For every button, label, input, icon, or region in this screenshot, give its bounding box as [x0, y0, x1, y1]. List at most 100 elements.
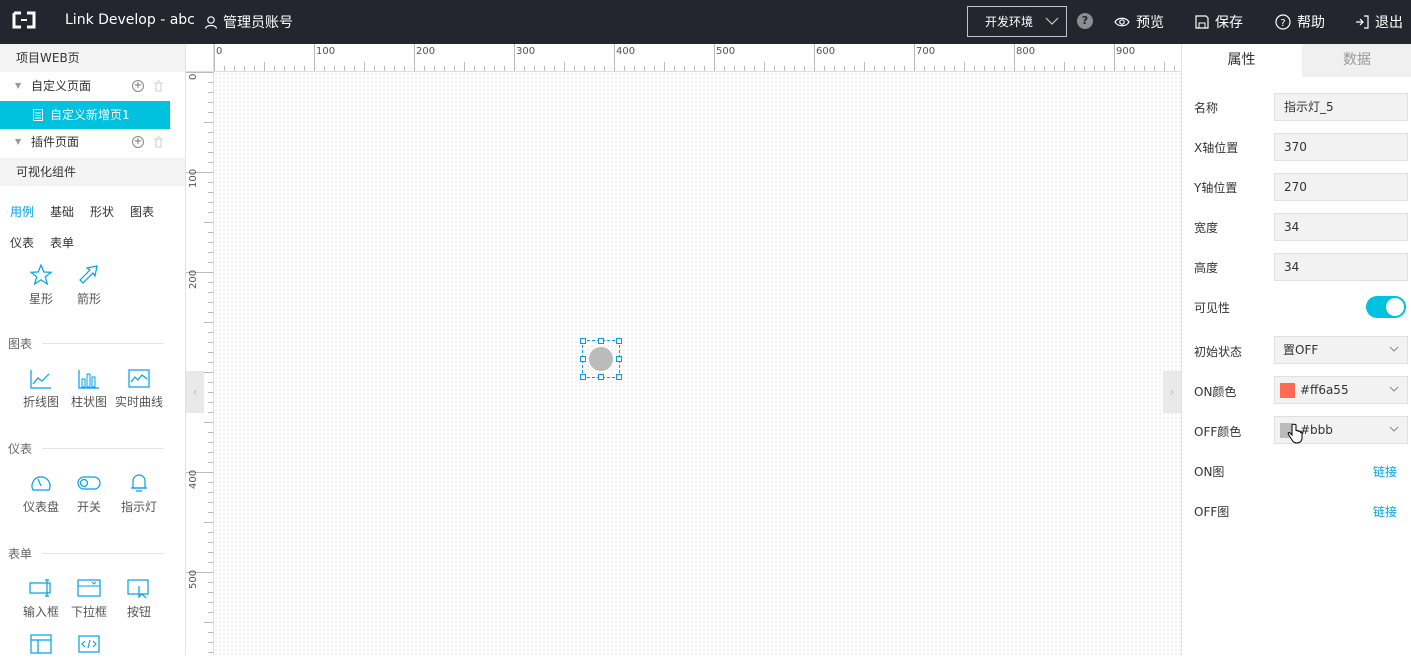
tree-item-custom-pages[interactable]: ▼ 自定义页面 + — [0, 72, 185, 100]
tab-basic[interactable]: 基础 — [50, 203, 74, 220]
caret-down-icon[interactable]: ▼ — [15, 128, 21, 156]
width-field[interactable]: 34 — [1274, 213, 1408, 241]
ruler-label: 800 — [1016, 46, 1036, 57]
component-label: 开关 — [76, 500, 101, 514]
component-label: 指示灯 — [120, 500, 157, 514]
visibility-label: 可见性 — [1194, 301, 1231, 315]
ruler-corner — [186, 44, 214, 72]
collapse-right-button[interactable]: › — [1163, 371, 1181, 413]
ruler-label: 0 — [216, 46, 223, 57]
indicator-light[interactable] — [589, 347, 613, 371]
resize-handle[interactable] — [580, 374, 586, 380]
design-canvas[interactable] — [214, 72, 1181, 655]
help-button[interactable]: ? 帮助 — [1275, 12, 1325, 32]
component-bar-chart[interactable]: 柱状图 — [64, 369, 114, 410]
component-code[interactable] — [64, 634, 114, 658]
env-select[interactable]: 开发环境 — [967, 6, 1067, 37]
trash-icon[interactable] — [153, 136, 164, 148]
resize-handle[interactable] — [616, 338, 622, 344]
on-color-swatch — [1280, 383, 1295, 398]
x-position-field[interactable]: 370 — [1274, 133, 1408, 161]
horizontal-ruler: 0 100 200 300 400 500 600 700 800 900 — [214, 44, 1181, 72]
tab-gauge[interactable]: 仪表 — [10, 234, 34, 251]
tab-data[interactable]: 数据 — [1302, 44, 1411, 77]
help-icon: ? — [1275, 14, 1291, 30]
ruler-ticks-h — [214, 44, 1175, 71]
caret-down-icon[interactable]: ▼ — [15, 72, 21, 100]
y-position-field[interactable]: 270 — [1274, 173, 1408, 201]
resize-handle[interactable] — [598, 374, 604, 380]
off-image-link[interactable]: 链接 — [1373, 503, 1397, 520]
ruler-label: 200 — [188, 269, 199, 289]
on-color-value: #ff6a55 — [1300, 383, 1349, 397]
user-icon — [204, 16, 218, 29]
component-table[interactable] — [16, 634, 66, 658]
on-image-link[interactable]: 链接 — [1373, 463, 1397, 480]
component-input[interactable]: 输入框 — [16, 577, 66, 620]
component-dropdown[interactable]: 下拉框 — [64, 577, 114, 620]
canvas-area: 0 100 200 300 400 500 600 700 800 900 0 … — [186, 44, 1181, 655]
tab-chart[interactable]: 图表 — [130, 203, 154, 220]
tree-item-label: 自定义页面 — [31, 79, 92, 93]
resize-handle[interactable] — [580, 356, 586, 362]
resize-handle[interactable] — [616, 356, 622, 362]
add-icon[interactable]: + — [132, 80, 144, 92]
visibility-toggle[interactable] — [1366, 296, 1406, 318]
component-button[interactable]: 按钮 — [114, 577, 164, 620]
tree-item-selected-page[interactable]: 自定义新增页1 — [0, 101, 170, 129]
resize-handle[interactable] — [598, 338, 604, 344]
ruler-label: 400 — [188, 469, 199, 489]
logout-label: 退出 — [1375, 15, 1403, 31]
initial-state-select[interactable]: 置OFF — [1274, 336, 1408, 364]
component-indicator[interactable]: 指示灯 — [114, 472, 164, 515]
properties-panel: 属性 数据 名称 指示灯_5 X轴位置 370 Y轴位置 270 宽度 34 高… — [1181, 44, 1411, 655]
component-label: 下拉框 — [70, 605, 107, 619]
component-dashboard[interactable]: 仪表盘 — [16, 472, 66, 515]
tab-form[interactable]: 表单 — [50, 234, 74, 251]
off-color-value: #bbb — [1300, 423, 1333, 437]
admin-account[interactable]: 管理员账号 — [204, 12, 293, 32]
divider — [42, 448, 164, 449]
tree-item-plugin-pages[interactable]: ▼ 插件页面 + — [0, 128, 185, 156]
preview-button[interactable]: 预览 — [1114, 12, 1164, 32]
bar-chart-icon — [78, 370, 99, 389]
ruler-label: 500 — [188, 569, 199, 589]
collapse-left-button[interactable]: ‹ — [186, 371, 204, 413]
tab-shape[interactable]: 形状 — [90, 203, 114, 220]
save-icon — [1195, 15, 1209, 29]
app-title: Link Develop - abc — [65, 12, 195, 28]
component-label: 星形 — [28, 292, 53, 306]
ruler-label: 400 — [616, 46, 636, 57]
on-color-select[interactable]: #ff6a55 — [1274, 376, 1408, 404]
resize-handle[interactable] — [616, 374, 622, 380]
question-icon[interactable]: ? — [1077, 13, 1093, 29]
component-label: 按钮 — [126, 605, 151, 619]
component-arrow[interactable]: 箭形 — [64, 264, 114, 307]
tab-examples[interactable]: 用例 — [10, 203, 34, 220]
ruler-label: 100 — [188, 168, 199, 188]
resize-handle[interactable] — [580, 338, 586, 344]
group-title-chart: 图表 — [8, 337, 33, 351]
chevron-down-icon — [1045, 17, 1059, 25]
height-field[interactable]: 34 — [1274, 253, 1408, 281]
trash-icon[interactable] — [153, 80, 164, 92]
add-icon[interactable]: + — [132, 136, 144, 148]
ruler-label: 100 — [316, 46, 336, 57]
component-star[interactable]: 星形 — [16, 264, 66, 307]
component-label: 柱状图 — [70, 395, 107, 409]
ruler-label: 900 — [1116, 46, 1136, 57]
save-button[interactable]: 保存 — [1195, 12, 1243, 32]
logout-button[interactable]: 退出 — [1355, 12, 1403, 32]
logo-icon[interactable] — [12, 11, 36, 29]
y-position-label: Y轴位置 — [1194, 181, 1238, 195]
name-field[interactable]: 指示灯_5 — [1274, 93, 1408, 121]
on-image-label: ON图 — [1194, 465, 1225, 479]
component-switch[interactable]: 开关 — [64, 472, 114, 515]
admin-account-label: 管理员账号 — [223, 15, 293, 31]
component-line-chart[interactable]: 折线图 — [16, 369, 66, 410]
dropdown-icon — [77, 579, 101, 597]
ruler-label: 300 — [516, 46, 536, 57]
component-label: 实时曲线 — [114, 395, 163, 409]
tab-properties[interactable]: 属性 — [1182, 44, 1301, 77]
component-realtime-curve[interactable]: 实时曲线 — [114, 369, 164, 410]
